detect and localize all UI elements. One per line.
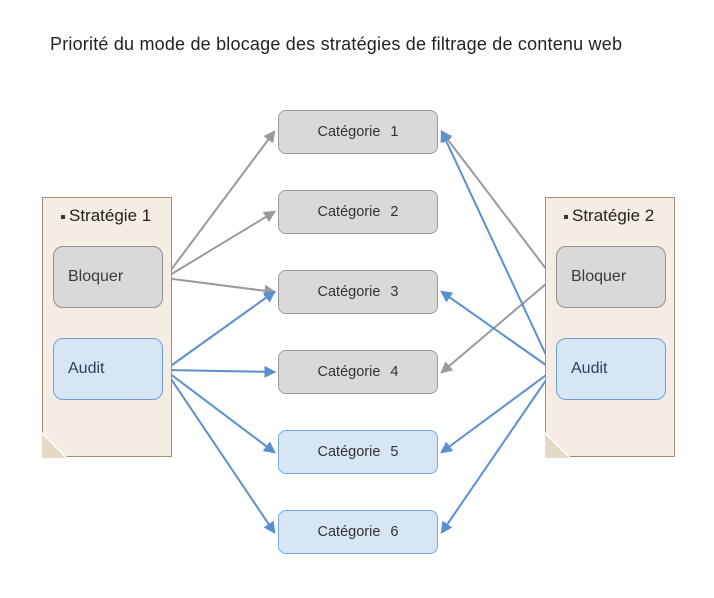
category-box-5: Catégorie 5	[278, 430, 438, 474]
diagram-title: Priorité du mode de blocage des stratégi…	[50, 34, 622, 55]
category-number: 6	[390, 524, 398, 540]
category-label: Catégorie	[318, 444, 381, 460]
arrow-s2-audit-to-cat3	[442, 292, 553, 370]
arrow-s2-audit-to-cat6	[442, 370, 553, 532]
category-number: 2	[390, 204, 398, 220]
strategy-2-title-text: Stratégie 2	[572, 206, 654, 225]
bullet-icon	[564, 215, 568, 219]
strategy-2-block-mode: Bloquer	[556, 246, 666, 308]
category-box-2: Catégorie 2	[278, 190, 438, 234]
category-label: Catégorie	[318, 284, 381, 300]
arrow-s1-audit-to-cat6	[165, 370, 274, 532]
arrow-s1-audit-to-cat5	[165, 370, 274, 452]
category-number: 1	[390, 124, 398, 140]
category-number: 3	[390, 284, 398, 300]
arrow-s2-audit-to-cat5	[442, 370, 553, 452]
paper-fold-icon	[545, 432, 571, 458]
strategy-2-audit-label: Audit	[571, 360, 607, 378]
strategy-2-title: Stratégie 2	[546, 206, 674, 226]
strategy-1-audit-label: Audit	[68, 360, 104, 378]
category-number: 4	[390, 364, 398, 380]
arrow-s1-block-to-cat1	[165, 132, 274, 278]
arrow-s2-block-to-cat1	[442, 132, 553, 278]
category-label: Catégorie	[318, 204, 381, 220]
strategy-1-audit-mode: Audit	[53, 338, 163, 400]
arrow-s1-block-to-cat3	[165, 278, 274, 292]
strategy-2-panel: Stratégie 2 Bloquer Audit	[545, 197, 675, 457]
category-box-1: Catégorie 1	[278, 110, 438, 154]
strategy-1-block-label: Bloquer	[68, 268, 123, 286]
strategy-1-panel: Stratégie 1 Bloquer Audit	[42, 197, 172, 457]
category-box-4: Catégorie 4	[278, 350, 438, 394]
strategy-1-title-text: Stratégie 1	[69, 206, 151, 225]
category-label: Catégorie	[318, 524, 381, 540]
strategy-2-block-label: Bloquer	[571, 268, 626, 286]
category-number: 5	[390, 444, 398, 460]
bullet-icon	[61, 215, 65, 219]
paper-fold-icon	[42, 432, 68, 458]
arrow-s2-block-to-cat4	[442, 278, 553, 372]
arrow-s1-block-to-cat2	[165, 212, 274, 278]
arrow-s2-audit-to-cat1	[442, 132, 553, 370]
strategy-1-block-mode: Bloquer	[53, 246, 163, 308]
arrow-s1-audit-to-cat3	[165, 292, 274, 370]
category-label: Catégorie	[318, 124, 381, 140]
category-box-6: Catégorie 6	[278, 510, 438, 554]
strategy-2-audit-mode: Audit	[556, 338, 666, 400]
category-label: Catégorie	[318, 364, 381, 380]
arrow-s1-audit-to-cat4	[165, 370, 274, 372]
category-box-3: Catégorie 3	[278, 270, 438, 314]
strategy-1-title: Stratégie 1	[43, 206, 171, 226]
